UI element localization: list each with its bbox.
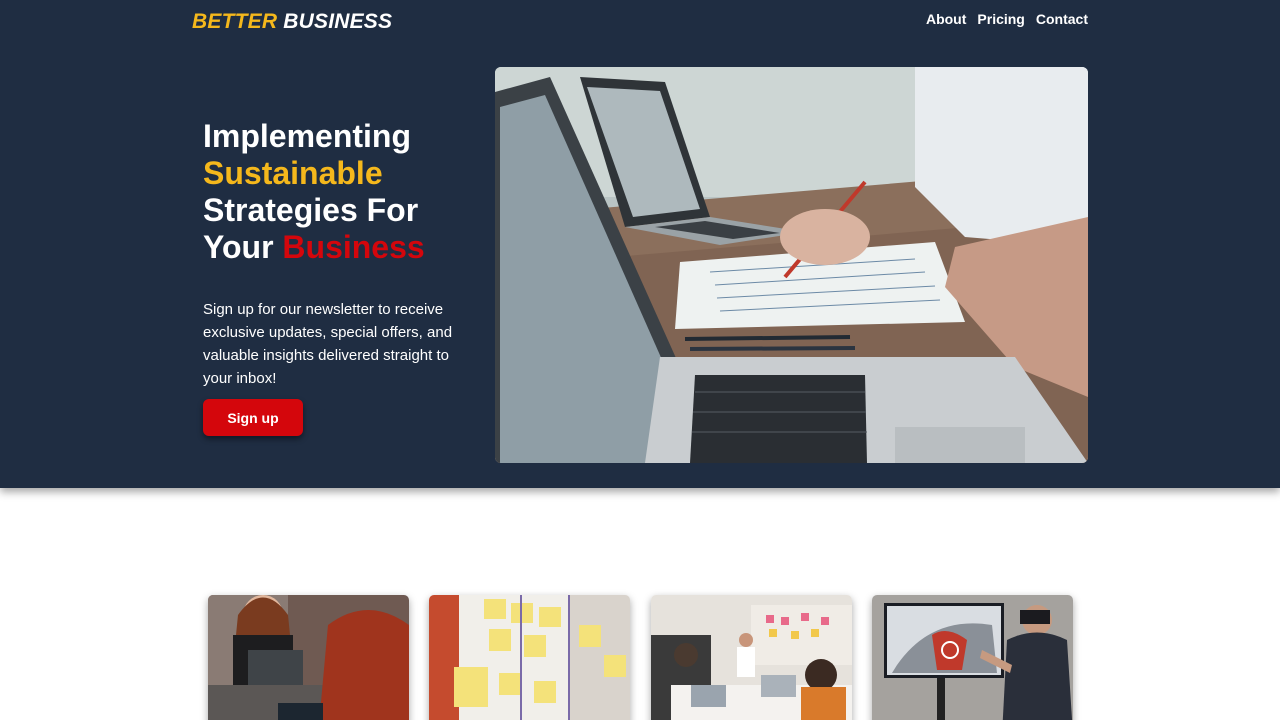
nav-pricing[interactable]: Pricing (977, 11, 1024, 27)
card-vr-demo[interactable] (872, 595, 1073, 720)
brand-part-business: BUSINESS (283, 10, 393, 33)
nav-contact[interactable]: Contact (1036, 11, 1088, 27)
headline-line-1: Implementing (203, 118, 412, 154)
image-cards-row (208, 595, 1074, 720)
headline-line-2: Sustainable (203, 155, 383, 191)
hero-description: Sign up for our newsletter to receive ex… (203, 301, 453, 387)
headline-line-3: Strategies For (203, 192, 419, 228)
nav-about[interactable]: About (926, 11, 966, 27)
brand-part-better: BETTER (192, 10, 278, 33)
hero-image-laptops (495, 67, 1088, 463)
signup-button[interactable]: Sign up (203, 399, 303, 436)
headline-line-4b: Business (282, 229, 425, 265)
hero-headline: Implementing Sustainable Strategies For … (203, 118, 483, 266)
card-retail-checkout[interactable] (208, 595, 409, 720)
headline-line-4a: Your (203, 229, 274, 265)
hero-section: BETTER BUSINESS About Pricing Contact Im… (0, 0, 1280, 488)
brand-logo[interactable]: BETTER BUSINESS (192, 10, 392, 34)
card-team-meeting[interactable] (651, 595, 852, 720)
top-nav: About Pricing Contact (926, 11, 1088, 27)
card-sticky-notes-board[interactable] (429, 595, 630, 720)
